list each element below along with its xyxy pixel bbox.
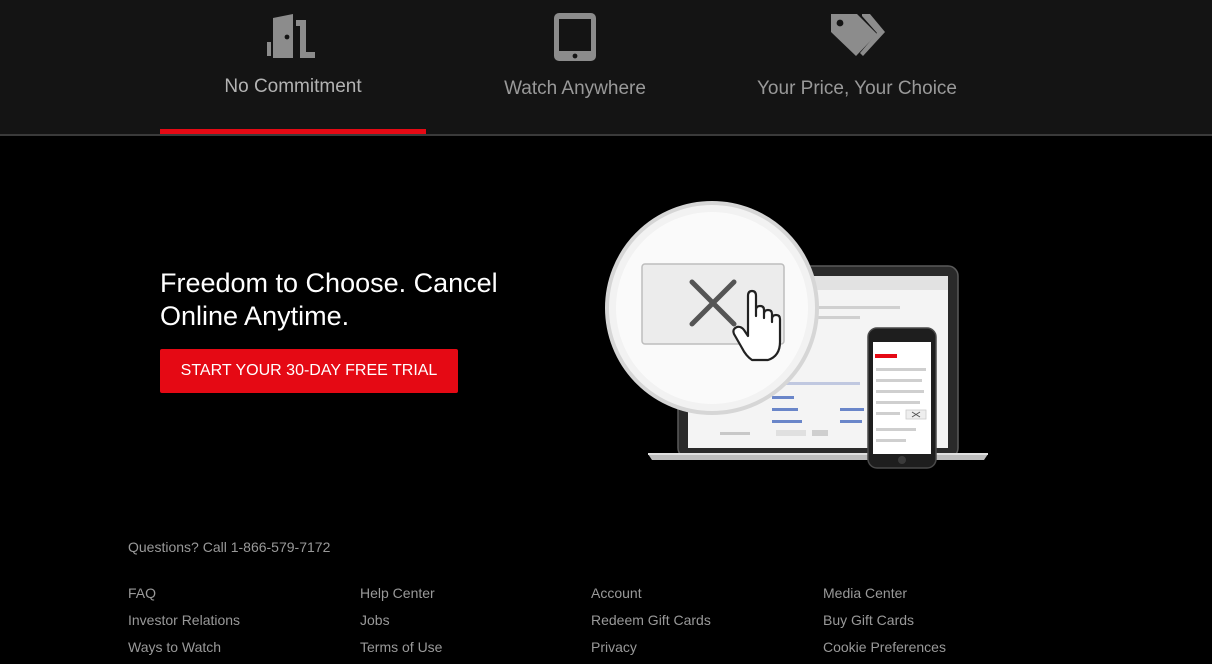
questions-phone-text: Questions? Call 1-866-579-7172 xyxy=(128,539,331,555)
footer-column-2: Help Center Jobs Terms of Use xyxy=(360,583,590,664)
hero-headline: Freedom to Choose. Cancel Online Anytime… xyxy=(160,268,498,331)
footer-link-buy-gift-cards[interactable]: Buy Gift Cards xyxy=(823,610,1053,637)
tab-watch-anywhere[interactable]: Watch Anywhere xyxy=(442,0,708,134)
start-free-trial-button[interactable]: START YOUR 30-DAY FREE TRIAL xyxy=(160,349,458,393)
cancel-online-illustration xyxy=(600,196,1000,476)
footer-link-redeem-gift-cards[interactable]: Redeem Gift Cards xyxy=(591,610,821,637)
footer-link-help-center[interactable]: Help Center xyxy=(360,583,590,610)
footer-link-account[interactable]: Account xyxy=(591,583,821,610)
tablet-icon xyxy=(545,12,605,62)
tab-label: Watch Anywhere xyxy=(504,78,646,99)
footer-column-3: Account Redeem Gift Cards Privacy xyxy=(591,583,821,664)
tab-no-commitment[interactable]: No Commitment xyxy=(160,0,426,134)
feature-tab-bar: No Commitment Watch Anywhere Your Price,… xyxy=(0,0,1212,136)
price-tags-icon xyxy=(827,12,887,62)
tab-your-price[interactable]: Your Price, Your Choice xyxy=(724,0,990,134)
tab-label: Your Price, Your Choice xyxy=(757,78,957,99)
footer-link-faq[interactable]: FAQ xyxy=(128,583,358,610)
footer-link-jobs[interactable]: Jobs xyxy=(360,610,590,637)
tab-label: No Commitment xyxy=(224,76,362,97)
door-icon xyxy=(263,12,323,62)
footer-link-media-center[interactable]: Media Center xyxy=(823,583,1053,610)
footer-column-1: FAQ Investor Relations Ways to Watch xyxy=(128,583,358,664)
footer-link-investor-relations[interactable]: Investor Relations xyxy=(128,610,358,637)
active-tab-indicator xyxy=(160,129,426,134)
footer-column-4: Media Center Buy Gift Cards Cookie Prefe… xyxy=(823,583,1053,664)
